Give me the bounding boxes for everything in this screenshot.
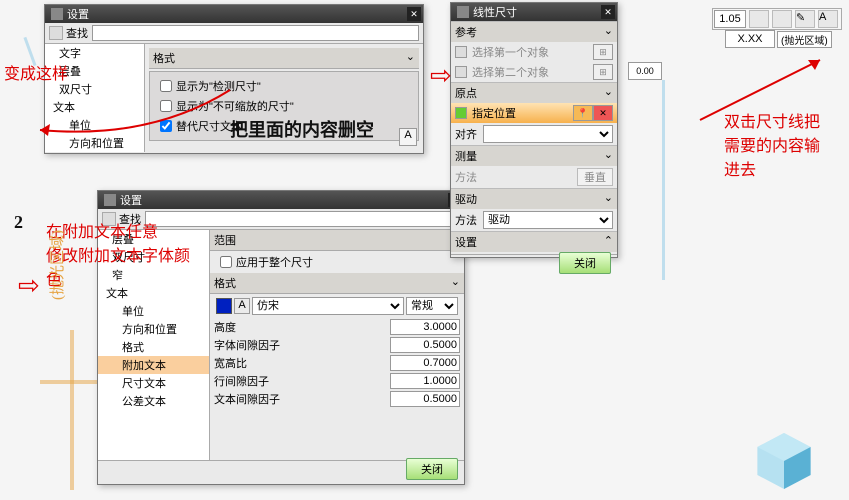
color-swatch[interactable] xyxy=(216,298,232,314)
tree-item[interactable]: 尺寸文本 xyxy=(98,374,209,392)
dimension-toolbar: ✎ A xyxy=(712,8,842,30)
row-label: 宽高比 xyxy=(210,354,334,372)
chevron-icon: ⌄ xyxy=(604,85,613,101)
sec-range: 范围 xyxy=(214,232,236,248)
sec-settings: 设置 xyxy=(455,234,477,250)
height-input[interactable] xyxy=(390,319,460,335)
close-button[interactable]: 关闭 xyxy=(559,252,611,274)
annotation: 双击尺寸线把 需要的内容输 进去 xyxy=(724,108,820,180)
tree-item-addtext[interactable]: 附加文本 xyxy=(98,356,209,374)
aspect-input[interactable] xyxy=(390,355,460,371)
row-label: 字体间隙因子 xyxy=(210,336,334,354)
title: 设置 xyxy=(120,192,142,208)
title: 线性尺寸 xyxy=(473,4,517,20)
logo-cube xyxy=(749,426,819,496)
title: 设置 xyxy=(67,6,89,22)
check-icon xyxy=(455,66,467,78)
x-button[interactable]: ✕ xyxy=(593,105,613,121)
arrow-sketch xyxy=(30,80,250,150)
search-input[interactable] xyxy=(92,25,419,41)
chevron-icon: ⌃ xyxy=(604,234,613,250)
section-format: 格式 xyxy=(153,50,175,66)
arrow-icon: ⇨ xyxy=(18,270,40,301)
tree-item[interactable]: 方向和位置 xyxy=(98,320,209,338)
close-button[interactable]: 关闭 xyxy=(406,458,458,480)
method-value: 垂直 xyxy=(577,168,613,186)
tree-item[interactable]: 单位 xyxy=(98,302,209,320)
pick-button[interactable]: ⊞ xyxy=(593,64,613,80)
side-label: (抛光区域) xyxy=(46,230,67,300)
sec-drive: 驱动 xyxy=(455,191,477,207)
linespace-input[interactable] xyxy=(390,373,460,389)
origin-btn[interactable]: 指定位置 xyxy=(472,105,573,121)
spin-input[interactable] xyxy=(714,10,746,28)
sec-measure: 测量 xyxy=(455,148,477,164)
num-field[interactable] xyxy=(628,62,662,80)
pencil-icon[interactable]: ✎ xyxy=(795,10,815,28)
annotation: 把里面的内容删空 xyxy=(230,116,374,142)
a-icon[interactable]: A xyxy=(234,298,250,314)
polish-label: (抛光区域) xyxy=(777,31,832,48)
search-icon xyxy=(49,26,63,40)
annotation: 在附加文本任意 修改附加文本字体颜 色 xyxy=(46,218,190,290)
close-icon[interactable]: ✕ xyxy=(407,7,421,21)
align-label: 对齐 xyxy=(455,126,477,142)
font-select[interactable]: 仿宋 xyxy=(252,297,404,315)
tool-button[interactable] xyxy=(749,10,769,28)
charspacing-input[interactable] xyxy=(390,337,460,353)
pick-button[interactable]: ⊞ xyxy=(593,44,613,60)
value-input[interactable] xyxy=(725,30,775,48)
chevron-icon: ⌄ xyxy=(406,50,415,66)
sec-ref: 参考 xyxy=(455,24,477,40)
a-style-button[interactable]: A xyxy=(399,128,417,146)
search-input[interactable] xyxy=(145,211,460,227)
drive-select[interactable]: 驱动 xyxy=(483,211,613,229)
tree-item[interactable]: 公差文本 xyxy=(98,392,209,410)
row-label: 行间隙因子 xyxy=(210,372,334,390)
titlebar[interactable]: 线性尺寸 ✕ xyxy=(451,3,617,21)
titlebar[interactable]: 设置 ✕ xyxy=(98,191,464,209)
pin-button[interactable]: 📍 xyxy=(573,105,593,121)
sec-format: 格式 xyxy=(214,275,236,291)
a-icon[interactable]: A xyxy=(818,10,838,28)
arrow-icon: ⇨ xyxy=(430,60,452,91)
row-label: 高度 xyxy=(210,318,334,336)
chevron-icon: ⌄ xyxy=(604,191,613,207)
annotation: 变成这样 xyxy=(4,60,68,84)
check-icon xyxy=(455,46,467,58)
chevron-icon: ⌄ xyxy=(604,148,613,164)
tool-button[interactable] xyxy=(772,10,792,28)
titlebar[interactable]: 设置 ✕ xyxy=(45,5,423,23)
sec-origin: 原点 xyxy=(455,85,477,101)
style-select[interactable]: 常规 xyxy=(406,297,458,315)
row-label: 文本间隙因子 xyxy=(210,390,334,408)
linear-dimension-panel: 线性尺寸 ✕ 参考⌄ 选择第一个对象⊞ 选择第二个对象⊞ 原点⌄ 指定位置📍✕ … xyxy=(450,2,618,258)
chevron-icon: ⌄ xyxy=(604,24,613,40)
tree-item[interactable]: 格式 xyxy=(98,338,209,356)
align-select[interactable] xyxy=(483,125,613,143)
sys-icon xyxy=(51,8,63,20)
sys-icon xyxy=(457,6,469,18)
search-label: 查找 xyxy=(66,25,88,41)
hand-num: 2 xyxy=(14,212,23,233)
sys-icon xyxy=(104,194,116,206)
close-icon[interactable]: ✕ xyxy=(601,5,615,19)
textgap-input[interactable] xyxy=(390,391,460,407)
check-icon xyxy=(455,107,467,119)
chk-whole-dim[interactable] xyxy=(220,256,232,268)
